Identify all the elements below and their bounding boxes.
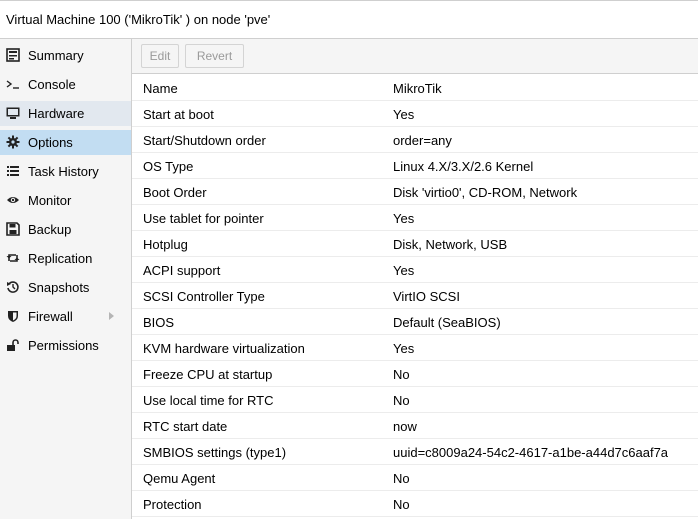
sidebar-item-label: Firewall [28,309,73,324]
option-key: RTC start date [143,419,228,434]
console-icon [6,77,20,91]
floppy-icon [6,222,20,236]
table-row[interactable]: ACPI support Yes [132,257,698,283]
table-row[interactable]: SCSI Controller Type VirtIO SCSI [132,283,698,309]
option-value: Default (SeaBIOS) [393,315,501,330]
option-key: BIOS [143,315,175,330]
option-value: Yes [393,341,415,356]
table-row[interactable]: Freeze CPU at startup No [132,361,698,387]
option-key: Name [143,81,178,96]
option-key: SCSI Controller Type [143,289,265,304]
option-value: order=any [393,133,452,148]
history-icon [6,280,20,294]
table-row[interactable]: Hotplug Disk, Network, USB [132,231,698,257]
sidebar-item-label: Permissions [28,338,99,353]
option-value: Linux 4.X/3.X/2.6 Kernel [393,159,534,174]
sidebar-item-label: Summary [28,48,84,63]
option-key: Use local time for RTC [143,393,274,408]
sidebar-item-hardware[interactable]: Hardware [0,101,131,126]
option-value: VirtIO SCSI [393,289,460,304]
table-row[interactable]: Start at boot Yes [132,101,698,127]
page-title: Virtual Machine 100 ('MikroTik' ) on nod… [6,12,271,27]
title-bar: Virtual Machine 100 ('MikroTik' ) on nod… [0,1,698,39]
option-key: Hotplug [143,237,188,252]
sidebar-item-console[interactable]: Console [0,72,131,97]
sidebar-item-firewall[interactable]: Firewall [0,304,131,329]
sidebar-item-label: Snapshots [28,280,90,295]
table-row[interactable]: RTC start date now [132,413,698,439]
table-row[interactable]: OS Type Linux 4.X/3.X/2.6 Kernel [132,153,698,179]
sidebar-item-label: Options [28,135,73,150]
summary-icon [6,48,20,62]
shield-icon [6,309,20,323]
option-value: No [393,497,410,512]
option-key: Freeze CPU at startup [143,367,273,382]
sidebar-item-task-history[interactable]: Task History [0,159,131,184]
option-key: Start at boot [143,107,214,122]
option-value: MikroTik [393,81,442,96]
option-key: Protection [143,497,202,512]
option-value: Disk 'virtio0', CD-ROM, Network [393,185,578,200]
sidebar-item-options[interactable]: Options [0,130,131,155]
sidebar-item-permissions[interactable]: Permissions [0,333,131,358]
option-value: Yes [393,211,415,226]
options-grid: Name MikroTik Start at boot Yes Start/Shut… [132,75,698,517]
monitor-icon [6,106,20,120]
option-value: Disk, Network, USB [393,237,508,252]
sidebar-item-monitor[interactable]: Monitor [0,188,131,213]
option-key: KVM hardware virtualization [143,341,305,356]
option-value: No [393,367,410,382]
table-row[interactable]: Use tablet for pointer Yes [132,205,698,231]
table-row[interactable]: SMBIOS settings (type1) uuid=c8009a24-54c… [132,439,698,465]
option-value: uuid=c8009a24-54c2-4617-a1be-a44d7c6aaf7… [393,445,669,460]
option-value: now [393,419,417,434]
table-row[interactable]: Protection No [132,491,698,517]
sidebar: Summary Console Hardware Options Task Hi… [0,39,132,519]
option-key: Use tablet for pointer [143,211,264,226]
sidebar-item-summary[interactable]: Summary [0,43,131,68]
option-key: Start/Shutdown order [143,133,266,148]
sidebar-item-replication[interactable]: Replication [0,246,131,271]
sidebar-item-label: Task History [28,164,99,179]
edit-button[interactable]: Edit [141,44,179,68]
sidebar-item-snapshots[interactable]: Snapshots [0,275,131,300]
sidebar-item-label: Backup [28,222,72,237]
option-key: ACPI support [143,263,221,278]
option-value: No [393,393,410,408]
sidebar-item-label: Monitor [28,193,72,208]
table-row[interactable]: Qemu Agent No [132,465,698,491]
table-row[interactable]: KVM hardware virtualization Yes [132,335,698,361]
sidebar-item-label: Hardware [28,106,85,121]
option-value: Yes [393,263,415,278]
sidebar-item-label: Replication [28,251,93,266]
retweet-icon [6,251,20,265]
list-icon [6,164,20,178]
table-row[interactable]: BIOS Default (SeaBIOS) [132,309,698,335]
option-key: Qemu Agent [143,471,216,486]
option-key: OS Type [143,159,194,174]
sidebar-item-label: Console [28,77,76,92]
table-row[interactable]: Name MikroTik [132,75,698,101]
table-row[interactable]: Use local time for RTC No [132,387,698,413]
chevron-right-icon[interactable] [109,312,114,320]
sidebar-item-backup[interactable]: Backup [0,217,131,242]
option-key: SMBIOS settings (type1) [143,445,287,460]
eye-icon [6,193,20,207]
unlock-icon [6,338,20,352]
toolbar: Edit Revert [132,39,698,74]
option-value: Yes [393,107,415,122]
table-row[interactable]: Boot Order Disk 'virtio0', CD-ROM, Networ… [132,179,698,205]
table-row[interactable]: Start/Shutdown order order=any [132,127,698,153]
gear-icon [6,135,20,149]
option-value: No [393,471,410,486]
option-key: Boot Order [143,185,207,200]
revert-button[interactable]: Revert [185,44,244,68]
